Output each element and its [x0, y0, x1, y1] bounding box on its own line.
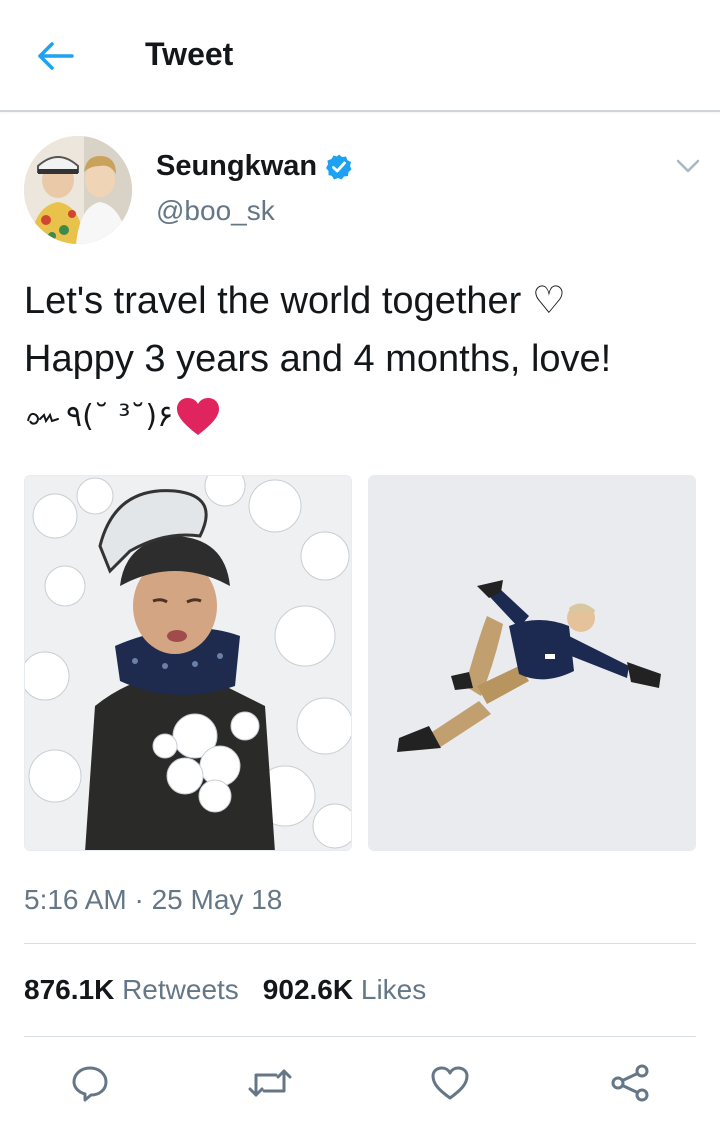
- tweet-timestamp[interactable]: 5:16 AM · 25 May 18: [24, 884, 282, 916]
- tweet-photo[interactable]: [368, 475, 696, 851]
- reply-icon: [72, 1066, 108, 1102]
- photo-snow-angel-image: [369, 476, 695, 850]
- tweet-text: Let's travel the world together ♡ Happy …: [24, 272, 704, 446]
- tweet-stats: 876.1K Retweets 902.6K Likes: [24, 974, 426, 1006]
- retweets-stat[interactable]: 876.1K Retweets: [24, 974, 239, 1006]
- retweet-button[interactable]: [242, 1055, 298, 1111]
- divider: [24, 943, 696, 944]
- author-handle[interactable]: @boo_sk: [156, 195, 275, 227]
- red-heart-icon: [177, 398, 220, 435]
- retweet-icon: [248, 1069, 292, 1097]
- like-icon: [431, 1066, 469, 1100]
- author-display-name[interactable]: Seungkwan: [156, 150, 317, 183]
- page-title: Tweet: [145, 36, 234, 72]
- author-name-row[interactable]: Seungkwan: [156, 150, 353, 183]
- tweet-line: Happy 3 years and 4 months, love!: [24, 338, 612, 380]
- verified-badge-icon: [326, 154, 352, 179]
- tweet-photo[interactable]: [24, 475, 352, 851]
- likes-label: Likes: [360, 974, 427, 1005]
- kaomoji-text: ٩(˘ ³˘)۶: [66, 399, 174, 434]
- divider: [24, 1036, 696, 1037]
- avatar-photo: [24, 136, 132, 244]
- reply-button[interactable]: [62, 1055, 118, 1111]
- tweet-actions-bar: [0, 1055, 720, 1115]
- arrow-left-icon: [38, 42, 74, 70]
- like-button[interactable]: [422, 1055, 478, 1111]
- avatar[interactable]: [24, 136, 132, 244]
- share-icon: [611, 1064, 649, 1102]
- chevron-down-icon: [676, 159, 700, 173]
- likes-stat[interactable]: 902.6K Likes: [263, 974, 426, 1006]
- photo-snow-helmet-image: [25, 476, 351, 850]
- top-app-bar: Tweet: [0, 0, 720, 112]
- retweets-count: 876.1K: [24, 974, 115, 1005]
- kiss-mark-icon: [27, 412, 59, 425]
- likes-count: 902.6K: [262, 974, 354, 1005]
- more-options-button[interactable]: [670, 150, 706, 182]
- back-button[interactable]: [28, 34, 84, 78]
- retweets-label: Retweets: [122, 974, 239, 1005]
- tweet-line: Let's travel the world together ♡: [24, 280, 566, 322]
- share-button[interactable]: [602, 1055, 658, 1111]
- emoticon-line: ٩(˘ ³˘)۶: [24, 388, 704, 446]
